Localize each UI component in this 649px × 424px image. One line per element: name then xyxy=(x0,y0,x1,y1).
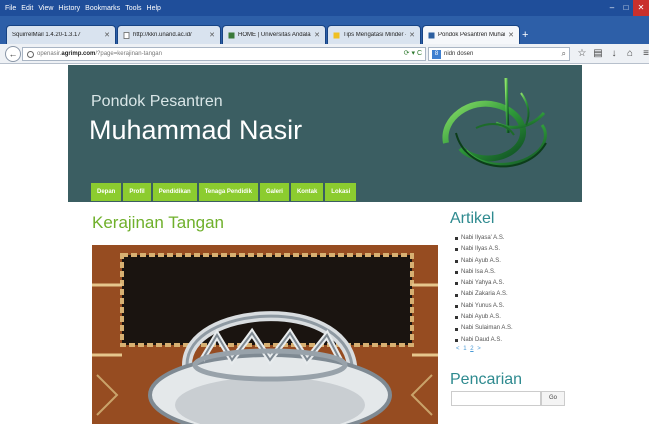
page-icon xyxy=(333,32,340,38)
article-link[interactable]: Nabi Yunus A.S. xyxy=(455,301,513,312)
bullet-icon xyxy=(455,293,458,297)
menu-help[interactable]: Help xyxy=(147,5,161,12)
calligraphy-logo xyxy=(442,77,547,168)
close-icon[interactable]: ✕ xyxy=(633,0,649,16)
nav-galeri[interactable]: Galeri xyxy=(259,183,289,201)
bullet-icon xyxy=(455,259,458,263)
minimize-icon[interactable]: – xyxy=(605,0,619,16)
tab-title: HOME | Universitas Andalas xyxy=(238,32,312,38)
bullet-icon xyxy=(455,327,458,331)
go-button[interactable]: Go xyxy=(541,391,565,406)
search-bar[interactable]: 8 nidn dosen ⌕ xyxy=(428,47,570,61)
menu-bar: File Edit View History Bookmarks Tools H… xyxy=(0,0,649,16)
window-controls: – □ ✕ xyxy=(605,0,649,16)
article-link[interactable]: Nabi Sulaiman A.S. xyxy=(455,323,513,334)
site-icon xyxy=(428,32,435,38)
article-link[interactable]: Nabi Isa A.S. xyxy=(455,267,513,278)
nav-pendidikan[interactable]: Pendidikan xyxy=(152,183,197,201)
articles-pager: < 1 2 > xyxy=(456,346,483,352)
tab-title: Pondok Pesantren Muham... xyxy=(438,32,505,38)
download-icon[interactable]: ↓ xyxy=(606,47,622,61)
maximize-icon[interactable]: □ xyxy=(619,0,633,16)
articles-list: Nabi Ilyasa' A.S. Nabi Ilyas A.S. Nabi A… xyxy=(455,233,513,346)
articles-heading: Artikel xyxy=(450,210,495,227)
bullet-icon xyxy=(455,304,458,308)
new-tab-icon[interactable]: + xyxy=(522,30,528,41)
back-icon[interactable]: ← xyxy=(5,46,21,62)
menu-edit[interactable]: Edit xyxy=(21,5,33,12)
handicraft-photo xyxy=(92,245,438,424)
url-text: openasir.agrimp.com/?page=kerajinan-tang… xyxy=(37,51,162,57)
nav-profil[interactable]: Profil xyxy=(123,183,151,201)
menu-bookmarks[interactable]: Bookmarks xyxy=(85,5,120,12)
bullet-icon xyxy=(455,338,458,342)
site-menu: Depan Profil Pendidikan Tenaga Pendidik … xyxy=(91,183,358,201)
tab-close-icon[interactable]: ✕ xyxy=(508,31,514,39)
tab-pondok-pesantren[interactable]: Pondok Pesantren Muham... ✕ xyxy=(422,25,520,44)
bullet-icon xyxy=(455,237,458,241)
menu-icon[interactable]: ≡ xyxy=(638,47,649,61)
tab-squirrelmail[interactable]: SquirrelMail 1.4.20-1.3.17 ✕ xyxy=(6,25,116,44)
tab-title: SquirrelMail 1.4.20-1.3.17 xyxy=(12,32,81,38)
article-link[interactable]: Nabi Ayub A.S. xyxy=(455,256,513,267)
nav-lokasi[interactable]: Lokasi xyxy=(325,183,357,201)
nav-tenaga-pendidik[interactable]: Tenaga Pendidik xyxy=(198,183,258,201)
page-icon xyxy=(123,31,130,39)
bullet-icon xyxy=(455,248,458,252)
search-engine-icon[interactable]: 8 xyxy=(432,49,441,59)
page-title: Kerajinan Tangan xyxy=(92,213,225,232)
search-heading: Pencarian xyxy=(450,371,523,388)
toolbar-icons: ☆ ▤ ↓ ⌂ ≡ xyxy=(574,47,649,61)
nav-kontak[interactable]: Kontak xyxy=(290,183,324,201)
tab-close-icon[interactable]: ✕ xyxy=(209,31,215,39)
tab-title: http://kkn.unand.ac.id/ xyxy=(133,32,192,38)
bullet-icon xyxy=(455,316,458,320)
home-icon[interactable]: ⌂ xyxy=(622,47,638,61)
article-link[interactable]: Nabi Ilyas A.S. xyxy=(455,244,513,255)
globe-icon xyxy=(27,50,34,58)
site-subtitle: Pondok Pesantren xyxy=(91,93,223,110)
search-icon[interactable]: ⌕ xyxy=(562,49,566,59)
article-link[interactable]: Nabi Ilyasa' A.S. xyxy=(455,233,513,244)
tab-tips-minder[interactable]: Tips Mengatasi Minder - A... ✕ xyxy=(327,25,421,44)
nav-depan[interactable]: Depan xyxy=(91,183,122,201)
site-search-input[interactable] xyxy=(451,391,541,406)
article-link[interactable]: Nabi Zakaria A.S. xyxy=(455,289,513,300)
article-link[interactable]: Nabi Yahya A.S. xyxy=(455,278,513,289)
reload-icon[interactable]: ⟳ ▾ C xyxy=(404,49,422,57)
site-header: Pondok Pesantren Muhammad Nasir Depan Pr… xyxy=(68,65,582,202)
tab-close-icon[interactable]: ✕ xyxy=(104,31,110,39)
tab-close-icon[interactable]: ✕ xyxy=(314,31,320,39)
bookmarks-menu-icon[interactable]: ▤ xyxy=(590,47,606,61)
address-bar[interactable]: openasir.agrimp.com/?page=kerajinan-tang… xyxy=(22,47,426,61)
bookmark-star-icon[interactable]: ☆ xyxy=(574,47,590,61)
page-icon xyxy=(228,32,235,38)
tab-unand-home[interactable]: HOME | Universitas Andalas ✕ xyxy=(222,25,326,44)
menu-tools[interactable]: Tools xyxy=(125,5,141,12)
article-link[interactable]: Nabi Ayub A.S. xyxy=(455,312,513,323)
tab-title: Tips Mengatasi Minder - A... xyxy=(343,32,406,38)
navigation-bar: ← openasir.agrimp.com/?page=kerajinan-ta… xyxy=(0,44,649,64)
menu-history[interactable]: History xyxy=(58,5,80,12)
bullet-icon xyxy=(455,282,458,286)
menu-view[interactable]: View xyxy=(38,5,53,12)
tab-kkn-unand[interactable]: http://kkn.unand.ac.id/ ✕ xyxy=(117,25,221,44)
tab-bar: SquirrelMail 1.4.20-1.3.17 ✕ http://kkn.… xyxy=(0,16,649,44)
browser-window: File Edit View History Bookmarks Tools H… xyxy=(0,0,649,424)
web-page: Pondok Pesantren Muhammad Nasir Depan Pr… xyxy=(0,65,649,424)
pager-page-1[interactable]: 1 xyxy=(463,346,466,352)
pager-page-2[interactable]: 2 xyxy=(470,346,473,352)
article-link[interactable]: Nabi Daud A.S. xyxy=(455,335,513,346)
bullet-icon xyxy=(455,271,458,275)
search-query: nidn dosen xyxy=(444,51,474,57)
site-title: Muhammad Nasir xyxy=(89,115,303,145)
menu-file[interactable]: File xyxy=(5,5,16,12)
tab-close-icon[interactable]: ✕ xyxy=(409,31,415,39)
pager-prev[interactable]: < xyxy=(456,346,460,352)
pager-next[interactable]: > xyxy=(477,346,481,352)
